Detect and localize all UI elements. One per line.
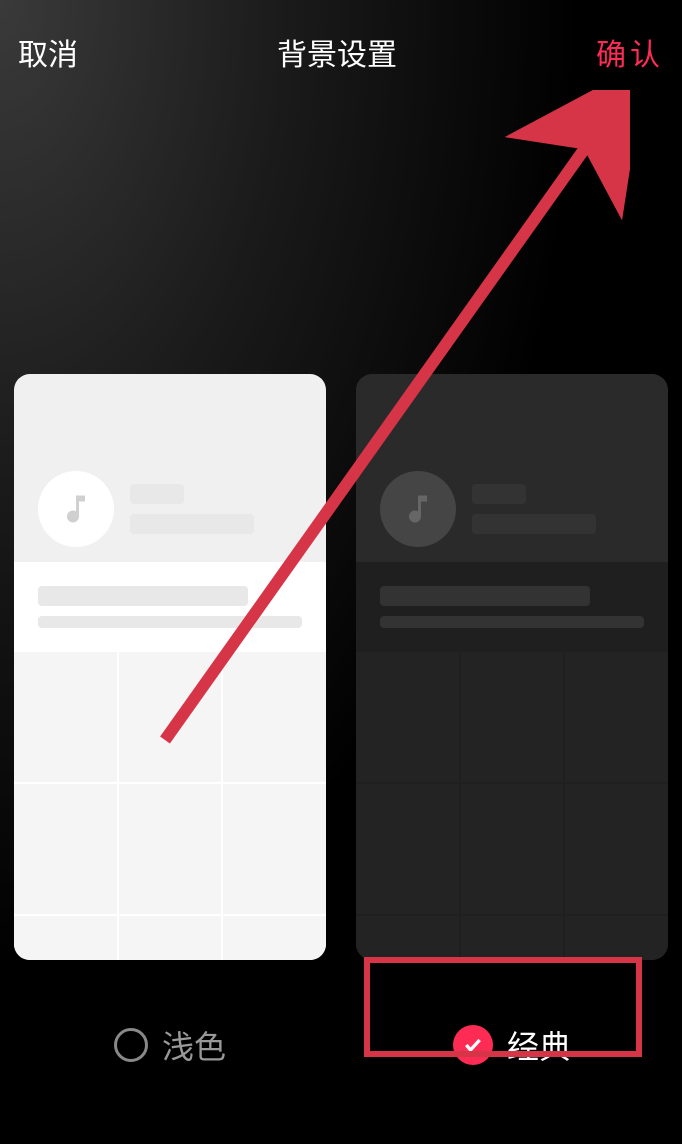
- page-title: 背景设置: [277, 30, 397, 74]
- grid-cell: [223, 784, 326, 914]
- radio-unchecked-icon: [114, 1028, 148, 1062]
- preview-body: [356, 562, 668, 960]
- theme-preview-classic[interactable]: [356, 374, 668, 960]
- music-note-icon: [400, 491, 436, 527]
- body-placeholder: [356, 562, 668, 652]
- header: 取消 背景设置 确认: [0, 0, 682, 104]
- name-placeholder: [130, 484, 302, 534]
- option-label: 经典: [507, 1022, 571, 1068]
- avatar-placeholder: [380, 471, 456, 547]
- grid-cell: [461, 784, 564, 914]
- checkmark-icon: [463, 1035, 483, 1055]
- preview-body: [14, 562, 326, 960]
- theme-options: 浅色 经典: [0, 1000, 682, 1090]
- grid-cell: [565, 784, 668, 914]
- grid-cell: [223, 652, 326, 782]
- preview-grid: [14, 652, 326, 960]
- preview-header: [356, 374, 668, 558]
- placeholder-line: [380, 616, 644, 628]
- cancel-button[interactable]: 取消: [18, 30, 78, 74]
- placeholder-line: [472, 484, 526, 504]
- theme-preview-light[interactable]: [14, 374, 326, 960]
- theme-option-classic[interactable]: 经典: [356, 1000, 668, 1090]
- preview-header: [14, 374, 326, 558]
- grid-cell: [14, 784, 117, 914]
- grid-cell: [356, 784, 459, 914]
- grid-cell: [356, 652, 459, 782]
- grid-cell: [461, 652, 564, 782]
- confirm-button[interactable]: 确认: [596, 30, 664, 74]
- placeholder-line: [38, 616, 302, 628]
- music-note-icon: [58, 491, 94, 527]
- grid-cell: [119, 784, 222, 914]
- grid-cell: [356, 916, 459, 960]
- name-placeholder: [472, 484, 644, 534]
- placeholder-line: [130, 484, 184, 504]
- grid-cell: [14, 916, 117, 960]
- placeholder-line: [130, 514, 254, 534]
- placeholder-line: [380, 586, 590, 606]
- grid-cell: [223, 916, 326, 960]
- preview-grid: [356, 652, 668, 960]
- grid-cell: [119, 916, 222, 960]
- option-label: 浅色: [162, 1022, 226, 1068]
- avatar-placeholder: [38, 471, 114, 547]
- grid-cell: [565, 916, 668, 960]
- grid-cell: [119, 652, 222, 782]
- grid-cell: [14, 652, 117, 782]
- grid-cell: [461, 916, 564, 960]
- placeholder-line: [38, 586, 248, 606]
- body-placeholder: [14, 562, 326, 652]
- themes-container: [0, 374, 682, 960]
- grid-cell: [565, 652, 668, 782]
- placeholder-line: [472, 514, 596, 534]
- theme-option-light[interactable]: 浅色: [14, 1000, 326, 1090]
- radio-checked-icon: [453, 1025, 493, 1065]
